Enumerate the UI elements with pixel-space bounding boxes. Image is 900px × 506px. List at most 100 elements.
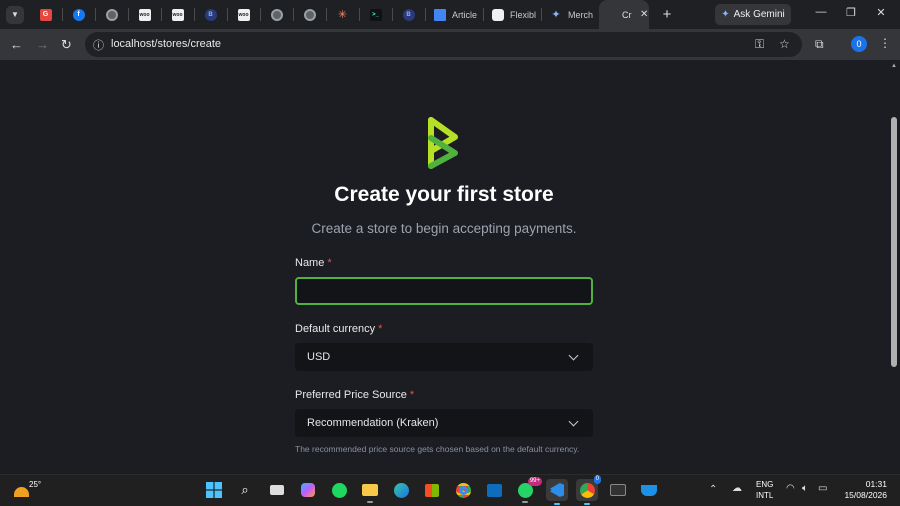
tab[interactable]: woo (161, 0, 194, 29)
search-icon[interactable]: ⌕ (236, 481, 254, 499)
ask-gemini-button[interactable]: ✦ Ask Gemini (715, 4, 791, 25)
show-hidden-icons-chevron-icon[interactable]: ⌃ (709, 484, 717, 495)
bitcoin-blue-icon: B (204, 8, 217, 21)
windows-taskbar: 25° ⌕ 99+ 0 ⌃ ☁ ENG INTL ◠ 🔈︎ ▭ 01:31 15… (0, 474, 900, 506)
address-bar[interactable]: ⓘ localhost/stores/create ⚿ ☆ (85, 32, 802, 57)
flexible-icon (492, 8, 504, 21)
tab[interactable]: Article (425, 0, 483, 29)
tab[interactable]: ✦ Merch (541, 0, 599, 29)
merchant-icon: ✦ (551, 9, 561, 21)
price-source-label: Preferred Price Source * (295, 389, 414, 401)
cloud-sync-icon[interactable]: ☁ (732, 483, 742, 494)
wifi-icon[interactable]: ◠ (786, 483, 795, 494)
site-info-icon[interactable]: ⓘ (93, 37, 104, 53)
close-window-icon[interactable]: ✕ (874, 6, 888, 19)
chevron-down-icon: ▼ (11, 10, 19, 19)
clock[interactable]: 01:31 15/08/2026 (839, 479, 887, 501)
docs-icon (434, 8, 446, 21)
tab[interactable]: >_ (359, 0, 392, 29)
tab[interactable]: woo (227, 0, 260, 29)
docker-icon[interactable] (640, 481, 658, 499)
tab-active[interactable]: Cr ✕ (599, 0, 649, 29)
page-title: Create your first store (334, 183, 554, 206)
tab[interactable]: Flexible (483, 0, 541, 29)
tab[interactable] (95, 0, 128, 29)
tab[interactable]: ✳ (326, 0, 359, 29)
price-source-select[interactable]: Recommendation (Kraken) (295, 409, 593, 437)
name-label-text: Name (295, 257, 325, 269)
whatsapp-icon[interactable]: 99+ (516, 477, 542, 503)
btcpay-logo (428, 117, 458, 169)
task-view-icon[interactable] (268, 481, 286, 499)
name-label: Name * (295, 257, 332, 269)
close-tab-icon[interactable]: ✕ (640, 9, 648, 20)
battery-icon[interactable]: ▭ (818, 483, 827, 494)
start-button[interactable] (205, 481, 223, 499)
default-currency-select[interactable]: USD (295, 343, 593, 371)
restore-icon[interactable]: ❐ (844, 6, 858, 19)
required-marker: * (327, 257, 332, 269)
menu-dots-icon[interactable]: ⋮ (879, 36, 891, 50)
google-icon: G (39, 8, 52, 21)
sun-icon (14, 487, 29, 497)
globe-icon (105, 8, 118, 21)
outlook-icon[interactable] (485, 481, 503, 499)
lang-line1: ENG (756, 480, 774, 489)
extensions-icon[interactable]: ⧉ (815, 37, 824, 52)
tab-title: Merch (568, 9, 594, 20)
language-indicator[interactable]: ENG INTL (756, 479, 773, 501)
tab[interactable] (293, 0, 326, 29)
chrome-active-icon[interactable]: 0 (576, 475, 601, 505)
new-tab-button[interactable]: + (655, 6, 679, 23)
woocommerce-icon: woo (171, 8, 184, 21)
scroll-thumb[interactable] (891, 117, 897, 367)
page-scrollbar[interactable]: ▲ (888, 60, 900, 474)
tab[interactable]: B (194, 0, 227, 29)
tab[interactable]: woo (128, 0, 161, 29)
copilot-icon[interactable] (299, 481, 317, 499)
tab-search-button[interactable]: ▼ (6, 5, 24, 24)
tabs: Gf woo woo Bwoo ✳ >_ B Article Flexible ✦ Merch Cr ✕ (29, 0, 649, 29)
vscode-icon[interactable] (546, 479, 568, 505)
currency-value: USD (307, 351, 331, 363)
terminal-icon: >_ (369, 8, 382, 21)
terminal-icon[interactable] (609, 481, 627, 499)
tab[interactable] (260, 0, 293, 29)
windows-logo-icon (206, 482, 222, 498)
clock-time: 01:31 (865, 479, 887, 489)
tab[interactable]: G (29, 0, 62, 29)
tab-title: Cr (622, 9, 632, 20)
chevron-down-icon (568, 350, 579, 360)
globe-icon (303, 8, 316, 21)
store-name-input[interactable] (295, 277, 593, 305)
microsoft-store-icon[interactable] (423, 481, 441, 499)
currency-label-text: Default currency (295, 323, 376, 335)
forward-arrow-icon[interactable]: → (36, 37, 49, 52)
claude-star-icon: ✳ (337, 9, 348, 21)
bookmark-star-icon[interactable]: ☆ (779, 37, 790, 51)
globe-icon (270, 8, 283, 21)
profile-avatar[interactable]: 0 (851, 36, 867, 52)
url-text[interactable]: localhost/stores/create (111, 38, 221, 50)
scroll-up-arrow-icon[interactable]: ▲ (891, 63, 897, 69)
file-explorer-icon[interactable] (361, 481, 379, 503)
spotify-icon[interactable] (330, 481, 348, 499)
chrome-icon[interactable] (454, 481, 472, 499)
reload-icon[interactable]: ↻ (61, 37, 72, 53)
lang-line2: INTL (756, 491, 774, 500)
required-marker: * (409, 389, 415, 401)
weather-widget[interactable]: 25° (12, 478, 41, 502)
password-key-icon[interactable]: ⚿ (755, 37, 764, 52)
gemini-icon: ✦ (721, 9, 730, 20)
tab[interactable]: f (62, 0, 95, 29)
back-arrow-icon[interactable]: ← (10, 37, 23, 52)
chevron-down-icon (568, 416, 579, 426)
volume-icon[interactable]: 🔈︎ (802, 483, 808, 494)
chrome-badge: 0 (593, 475, 601, 484)
facebook-icon: f (72, 8, 85, 21)
tab[interactable]: B (392, 0, 425, 29)
minimize-icon[interactable]: — (814, 6, 828, 18)
woocommerce-icon: woo (237, 8, 250, 21)
page-subtitle: Create a store to begin accepting paymen… (311, 221, 577, 236)
edge-icon[interactable] (392, 481, 410, 499)
